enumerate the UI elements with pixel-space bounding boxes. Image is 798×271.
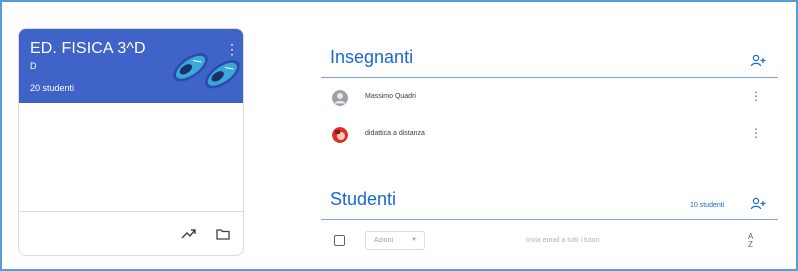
add-person-icon[interactable] [750,54,766,68]
more-vert-icon[interactable]: ⋮ [750,89,762,103]
folder-icon[interactable] [215,226,231,242]
actions-dropdown[interactable]: Azioni ▼ [365,231,425,250]
add-person-icon[interactable] [750,197,766,211]
teachers-divider [321,77,778,78]
photo-avatar [332,127,348,143]
email-all-tutors-link[interactable]: Invia email a tutti i tutori [526,237,600,244]
class-card-more-icon[interactable]: ⋮ [225,41,239,59]
caret-down-icon: ▼ [411,237,417,243]
trending-up-icon[interactable] [181,226,197,242]
class-card[interactable]: ED. FISICA 3^D D 20 studenti ⋮ [18,28,244,256]
actions-label: Azioni [374,237,394,244]
teacher-name: didattica a distanza [365,130,425,137]
teacher-name: Massimo Quadri [365,93,416,100]
class-card-footer [19,211,243,255]
students-divider [321,219,778,220]
students-count: 10 studenti [690,202,725,209]
select-all-checkbox[interactable] [334,235,345,246]
class-title[interactable]: ED. FISICA 3^D [30,40,146,58]
class-card-header[interactable]: ED. FISICA 3^D D 20 studenti ⋮ [19,29,243,103]
sort-az-icon[interactable]: AZ [748,233,753,249]
more-vert-icon[interactable]: ⋮ [750,126,762,140]
teacher-row: Massimo Quadri ⋮ [321,84,778,114]
teacher-row: didattica a distanza ⋮ [321,121,778,151]
default-avatar-icon [332,90,348,106]
class-section: D [30,61,37,71]
teachers-heading: Insegnanti [330,47,414,67]
students-heading: Studenti [330,189,397,209]
class-student-count: 20 studenti [30,83,75,93]
